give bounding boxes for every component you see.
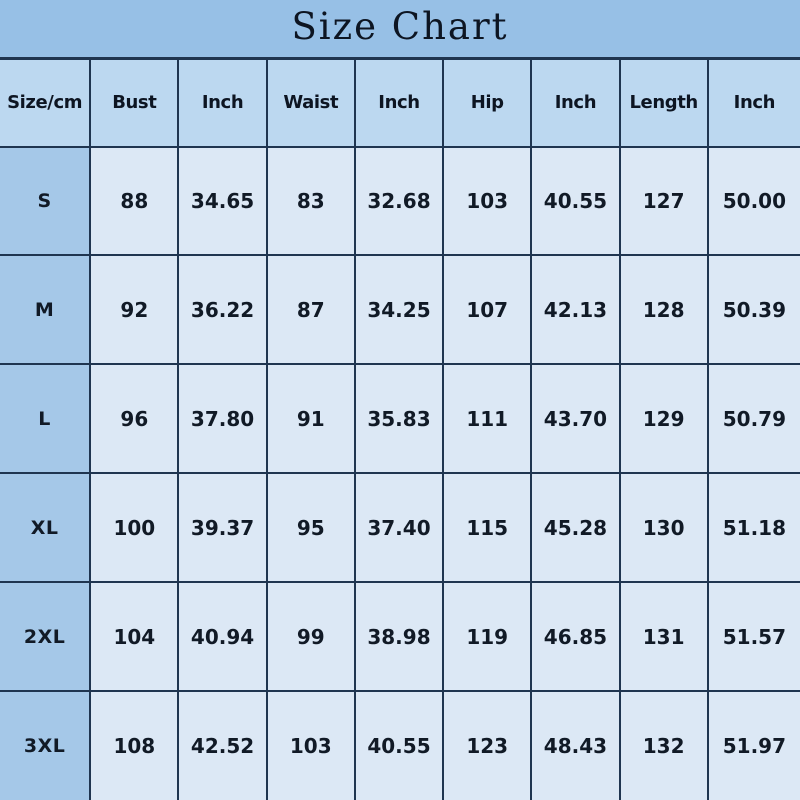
cell-bust-cm: 96 bbox=[89, 363, 180, 475]
size-chart-table: Size/cm Bust Inch Waist Inch Hip Inch Le… bbox=[0, 57, 800, 800]
cell-bust-inch: 40.94 bbox=[177, 581, 268, 693]
cell-waist-cm: 99 bbox=[265, 581, 356, 693]
cell-waist-inch: 40.55 bbox=[353, 690, 445, 800]
column-header-length: Length bbox=[618, 57, 709, 148]
cell-hip-cm: 119 bbox=[442, 581, 533, 693]
cell-length-inch: 51.97 bbox=[706, 690, 800, 800]
cell-length-cm: 131 bbox=[618, 581, 709, 693]
cell-size: 2XL bbox=[0, 581, 92, 693]
cell-length-cm: 127 bbox=[618, 145, 709, 257]
table-row: 2XL 104 40.94 99 38.98 119 46.85 131 51.… bbox=[0, 581, 800, 693]
table-row: 3XL 108 42.52 103 40.55 123 48.43 132 51… bbox=[0, 690, 800, 800]
cell-bust-inch: 39.37 bbox=[177, 472, 268, 584]
cell-bust-cm: 88 bbox=[89, 145, 180, 257]
cell-waist-inch: 37.40 bbox=[353, 472, 445, 584]
cell-waist-inch: 32.68 bbox=[353, 145, 445, 257]
column-header-waist: Waist bbox=[265, 57, 356, 148]
cell-bust-inch: 36.22 bbox=[177, 254, 268, 366]
column-header-length-inch: Inch bbox=[706, 57, 800, 148]
cell-waist-cm: 91 bbox=[265, 363, 356, 475]
column-header-waist-inch: Inch bbox=[353, 57, 445, 148]
cell-hip-inch: 48.43 bbox=[530, 690, 621, 800]
cell-size: L bbox=[0, 363, 92, 475]
cell-hip-cm: 115 bbox=[442, 472, 533, 584]
table-header-row: Size/cm Bust Inch Waist Inch Hip Inch Le… bbox=[0, 57, 800, 148]
page-title: Size Chart bbox=[291, 5, 509, 48]
cell-length-inch: 50.79 bbox=[706, 363, 800, 475]
cell-waist-inch: 34.25 bbox=[353, 254, 445, 366]
cell-waist-inch: 38.98 bbox=[353, 581, 445, 693]
table-header: Size/cm Bust Inch Waist Inch Hip Inch Le… bbox=[0, 57, 800, 148]
cell-length-inch: 50.39 bbox=[706, 254, 800, 366]
cell-bust-cm: 104 bbox=[89, 581, 180, 693]
cell-size: M bbox=[0, 254, 92, 366]
cell-hip-cm: 103 bbox=[442, 145, 533, 257]
cell-length-cm: 132 bbox=[618, 690, 709, 800]
size-chart-root: Size Chart Size/cm Bust Inch Waist Inch … bbox=[0, 0, 800, 800]
column-header-bust-inch: Inch bbox=[177, 57, 268, 148]
cell-waist-cm: 95 bbox=[265, 472, 356, 584]
table-row: L 96 37.80 91 35.83 111 43.70 129 50.79 bbox=[0, 363, 800, 475]
table-row: S 88 34.65 83 32.68 103 40.55 127 50.00 bbox=[0, 145, 800, 257]
column-header-size: Size/cm bbox=[0, 57, 92, 148]
cell-waist-inch: 35.83 bbox=[353, 363, 445, 475]
cell-bust-inch: 42.52 bbox=[177, 690, 268, 800]
cell-size: 3XL bbox=[0, 690, 92, 800]
cell-hip-cm: 123 bbox=[442, 690, 533, 800]
cell-hip-cm: 107 bbox=[442, 254, 533, 366]
cell-hip-inch: 43.70 bbox=[530, 363, 621, 475]
table-row: XL 100 39.37 95 37.40 115 45.28 130 51.1… bbox=[0, 472, 800, 584]
cell-hip-inch: 46.85 bbox=[530, 581, 621, 693]
cell-bust-inch: 34.65 bbox=[177, 145, 268, 257]
cell-length-inch: 51.57 bbox=[706, 581, 800, 693]
cell-length-inch: 50.00 bbox=[706, 145, 800, 257]
cell-hip-cm: 111 bbox=[442, 363, 533, 475]
title-banner: Size Chart bbox=[0, 0, 800, 57]
cell-length-cm: 128 bbox=[618, 254, 709, 366]
cell-bust-inch: 37.80 bbox=[177, 363, 268, 475]
cell-hip-inch: 40.55 bbox=[530, 145, 621, 257]
cell-length-inch: 51.18 bbox=[706, 472, 800, 584]
cell-size: S bbox=[0, 145, 92, 257]
column-header-hip: Hip bbox=[442, 57, 533, 148]
column-header-bust: Bust bbox=[89, 57, 180, 148]
cell-bust-cm: 100 bbox=[89, 472, 180, 584]
cell-bust-cm: 108 bbox=[89, 690, 180, 800]
cell-hip-inch: 45.28 bbox=[530, 472, 621, 584]
cell-hip-inch: 42.13 bbox=[530, 254, 621, 366]
cell-waist-cm: 87 bbox=[265, 254, 356, 366]
cell-waist-cm: 83 bbox=[265, 145, 356, 257]
table-row: M 92 36.22 87 34.25 107 42.13 128 50.39 bbox=[0, 254, 800, 366]
table-body: S 88 34.65 83 32.68 103 40.55 127 50.00 … bbox=[0, 145, 800, 800]
cell-length-cm: 129 bbox=[618, 363, 709, 475]
cell-length-cm: 130 bbox=[618, 472, 709, 584]
column-header-hip-inch: Inch bbox=[530, 57, 621, 148]
cell-bust-cm: 92 bbox=[89, 254, 180, 366]
cell-waist-cm: 103 bbox=[265, 690, 356, 800]
cell-size: XL bbox=[0, 472, 92, 584]
